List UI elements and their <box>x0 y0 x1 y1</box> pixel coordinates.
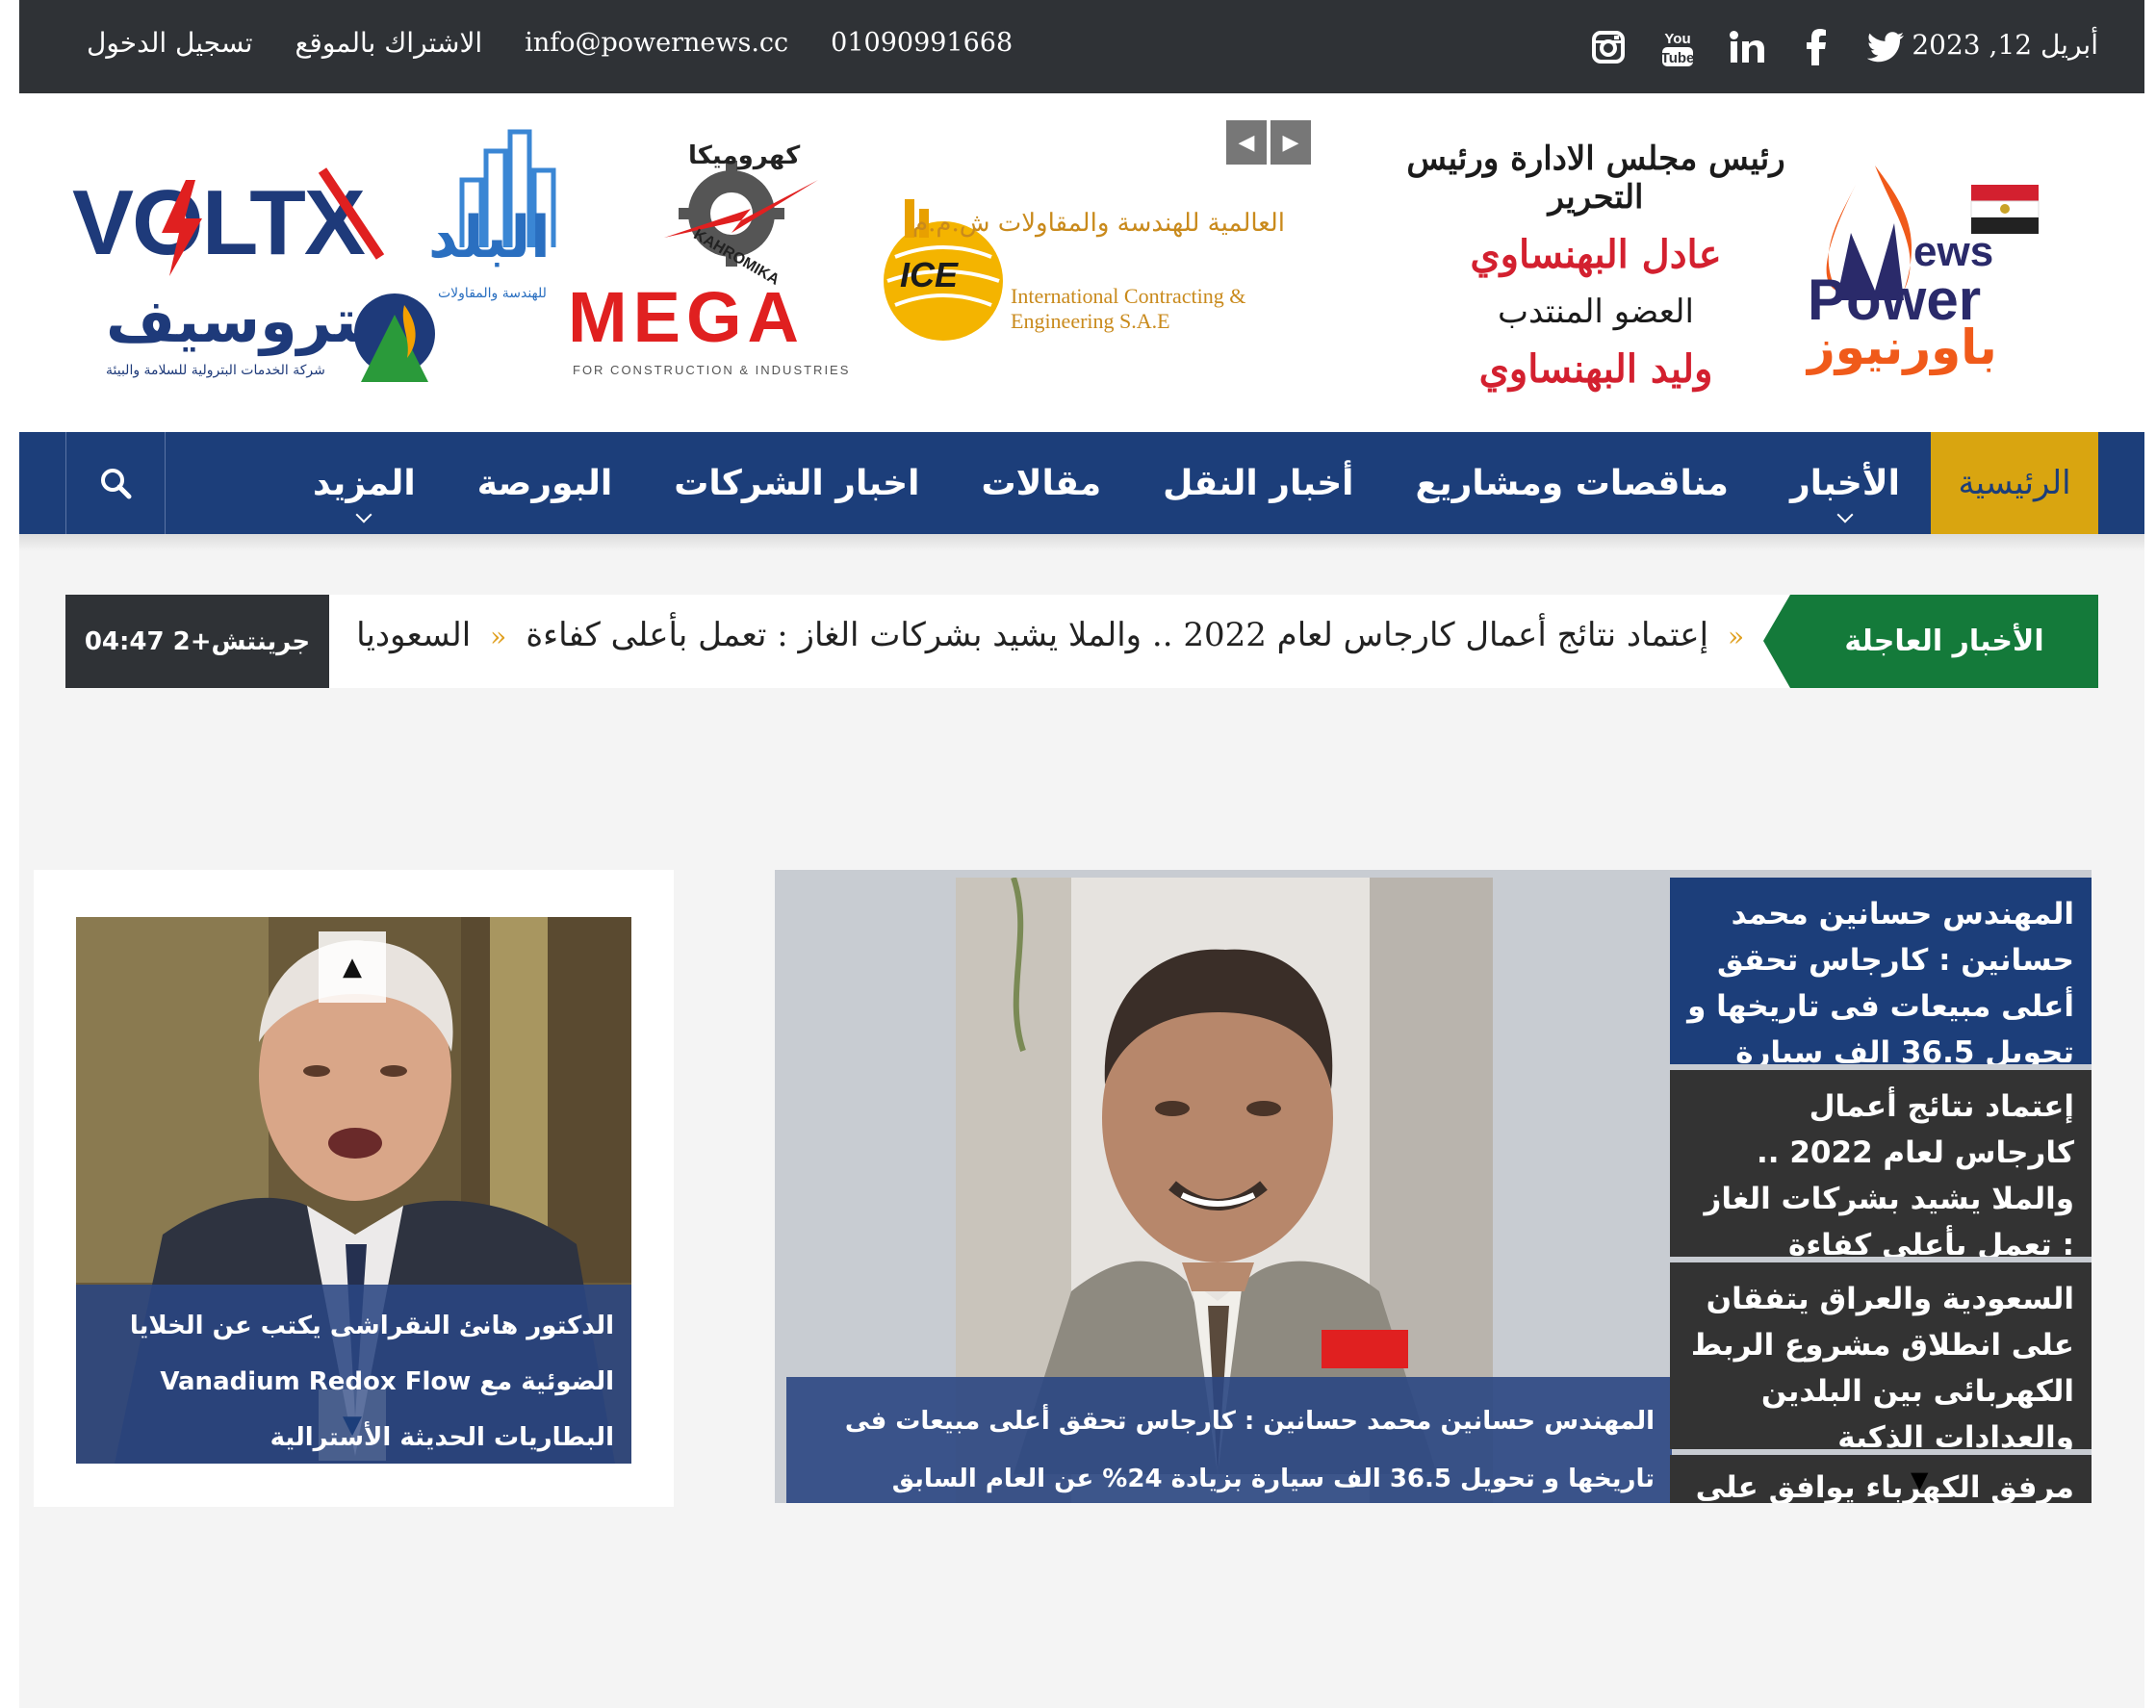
nav-item-transport[interactable]: أخبار النقل <box>1132 432 1384 534</box>
nav-item-more[interactable]: المزيد <box>282 432 447 534</box>
side-down-arrow-icon[interactable]: ▼ <box>1911 1466 1928 1493</box>
articles-widget: ▲ الدكتور هانئ النقراشى يكتب عن الخلايا … <box>34 870 674 1507</box>
subscribe-link[interactable]: الاشتراك بالموقع <box>295 27 483 59</box>
svg-text:Tube: Tube <box>1661 50 1694 66</box>
twitter-icon[interactable] <box>1865 27 1906 67</box>
petrosafe-sub: شركة الخدمات البترولية للسلامة والبيئة <box>106 363 325 378</box>
next-arrow-icon[interactable]: ▶ <box>1270 120 1311 165</box>
nav-item-companies[interactable]: اخبار الشركات <box>643 432 950 534</box>
scroll-down-button[interactable]: ▼ <box>319 1389 386 1461</box>
md-title: العضو المنتدب <box>1498 293 1694 331</box>
nav-shadow <box>19 534 2144 551</box>
side-news-item[interactable]: السعودية والعراق يتفقان على انطلاق مشروع… <box>1670 1262 2092 1449</box>
featured-caption[interactable]: المهندس حسانين محمد حسانين : كارجاس تحقق… <box>786 1377 1672 1503</box>
linkedin-icon[interactable] <box>1727 27 1767 67</box>
featured-side-list: المهندس حسانين محمد حسانين : كارجاس تحقق… <box>1670 878 2092 1503</box>
logo-text-ar: باورنيوز <box>1808 319 1997 375</box>
petrosafe-logo: بتروسيف <box>106 286 381 356</box>
md-name: وليد البهنساوي <box>1478 346 1713 392</box>
top-bar: أبريل 12, 2023 You Tube تسجيل الدخول الاش… <box>19 0 2144 93</box>
side-news-item[interactable]: المهندس حسانين محمد حسانين : كارجاس تحقق… <box>1670 878 2092 1064</box>
nav-item-news[interactable]: الأخبار <box>1759 432 1931 534</box>
editor-title: رئيس مجلس الادارة ورئيس التحرير <box>1406 140 1785 217</box>
albalad-logo: البلد <box>428 204 551 271</box>
instagram-icon[interactable] <box>1588 27 1629 67</box>
site-header: ews Power باورنيوز رئيس مجلس الادارة ورئ… <box>19 93 2144 432</box>
ticker-track: بق«إعتماد نتائج أعمال كارجاس لعام 2022 .… <box>354 595 1761 688</box>
facebook-icon[interactable] <box>1796 27 1836 67</box>
ticker-item[interactable]: السعوديا <box>356 616 471 654</box>
page: أبريل 12, 2023 You Tube تسجيل الدخول الاش… <box>19 0 2144 1708</box>
featured-slider: المهندس حسانين محمد حسانين : كارجاس تحقق… <box>775 870 2092 1503</box>
albalad-sub: للهندسة والمقاولات <box>438 286 547 301</box>
ad-petrosafe[interactable]: بتروسيف شركة الخدمات البترولية للسلامة و… <box>77 286 443 401</box>
current-date: أبريل 12, 2023 <box>1912 29 2098 61</box>
main-nav: الرئيسية الأخبار مناقصات ومشاريع أخبار ا… <box>19 432 2144 534</box>
chevron-down-icon <box>355 506 372 523</box>
mega-sub: FOR CONSTRUCTION & INDUSTRIES <box>573 363 851 377</box>
side-news-item[interactable]: إعتماد نتائج أعمال كارجاس لعام 2022 .. و… <box>1670 1070 2092 1257</box>
prev-arrow-icon[interactable]: ◀ <box>1226 120 1267 165</box>
search-button[interactable] <box>65 432 166 534</box>
nav-home[interactable]: الرئيسية <box>1931 432 2098 534</box>
kahromika-ar: كهروميكا <box>688 141 801 170</box>
top-links: تسجيل الدخول الاشتراك بالموقع info@power… <box>87 27 1013 59</box>
search-icon <box>101 469 132 499</box>
ice-ar-name: العالمية للهندسة والمقاولات ش.م.م <box>911 209 1285 238</box>
social-links: You Tube <box>1588 23 1906 71</box>
ice-en-name: International Contracting & Engineering … <box>1011 284 1246 333</box>
gmt-clock: جرينتش+2 04:47 <box>65 595 329 688</box>
ad-voltx[interactable]: VOLTX <box>72 151 399 276</box>
ticker-separator-icon: « <box>1728 621 1745 652</box>
ad-ice[interactable]: ICE العالمية للهندسة والمقاولات ش.م.م In… <box>866 170 1299 363</box>
ticker-separator-icon: « <box>490 621 507 652</box>
editorial-board: رئيس مجلس الادارة ورئيس التحرير عادل الب… <box>1394 140 1798 392</box>
breaking-news-ticker: الأخبار العاجلة بق«إعتماد نتائج أعمال كا… <box>65 595 2098 688</box>
chevron-down-icon <box>1836 506 1854 523</box>
side-news-item[interactable]: مرفق الكهرباء يوافق على ضم <box>1670 1455 2092 1503</box>
nav-menu: الأخبار مناقصات ومشاريع أخبار النقل مقال… <box>282 432 1931 534</box>
nav-item-stock[interactable]: البورصة <box>447 432 643 534</box>
login-link[interactable]: تسجيل الدخول <box>87 27 253 59</box>
nav-item-articles[interactable]: مقالات <box>950 432 1132 534</box>
phone-number: 01090991668 <box>831 28 1014 58</box>
site-logo[interactable]: ews Power باورنيوز <box>1798 146 2048 377</box>
mega-logo: MEGA <box>568 277 805 357</box>
email-link[interactable]: info@powernews.cc <box>525 28 788 58</box>
svg-text:You: You <box>1664 31 1690 47</box>
ice-logo: ICE <box>900 255 959 294</box>
ads-slider-arrows: ◀ ▶ <box>1226 120 1311 165</box>
scroll-up-button[interactable]: ▲ <box>319 931 386 1003</box>
nav-item-tenders[interactable]: مناقصات ومشاريع <box>1385 432 1759 534</box>
ticker-item[interactable]: إعتماد نتائج أعمال كارجاس لعام 2022 .. و… <box>526 616 1708 654</box>
breaking-news-label: الأخبار العاجلة <box>1763 595 2098 688</box>
youtube-icon[interactable]: You Tube <box>1657 27 1698 67</box>
editor-name: عادل البهنساوي <box>1470 232 1722 277</box>
